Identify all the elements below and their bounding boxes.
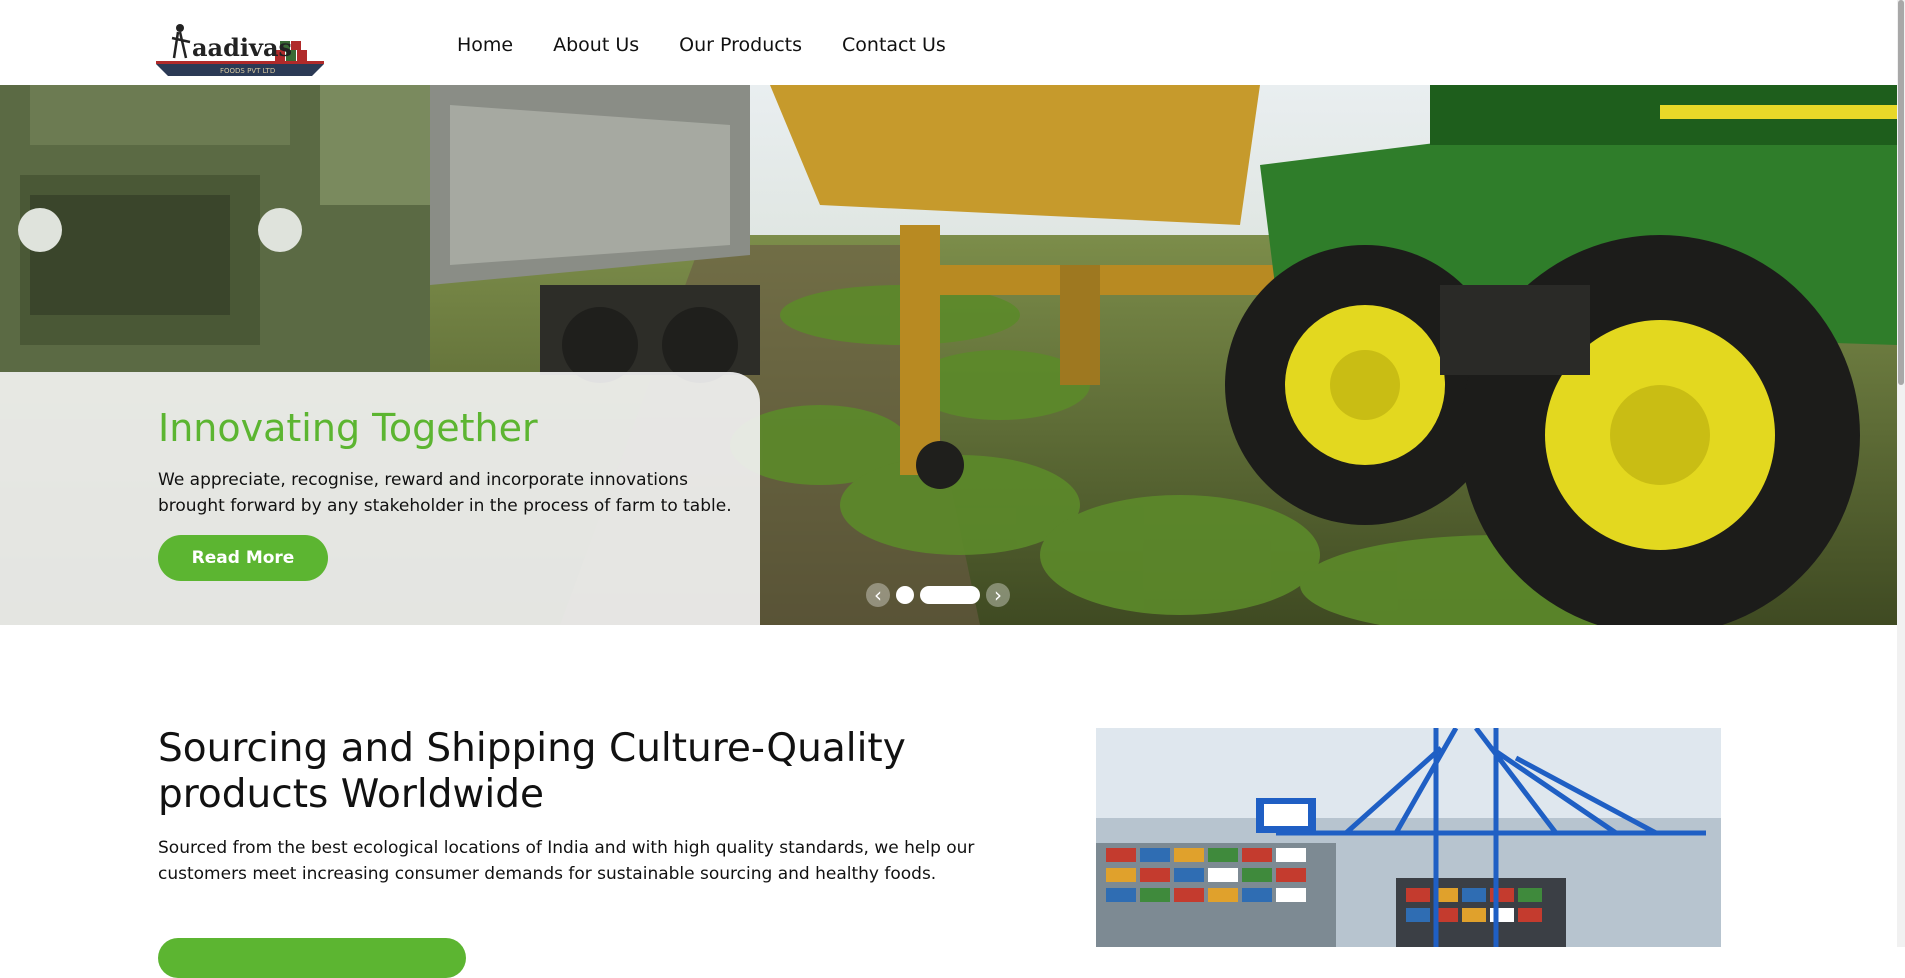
nav-our-products[interactable]: Our Products (679, 34, 802, 56)
nav-contact-us[interactable]: Contact Us (842, 34, 946, 56)
chevron-right-icon[interactable]: › (986, 583, 1010, 607)
hero-carousel: Innovating Together We appreciate, recog… (0, 85, 1897, 625)
page-scrollbar[interactable] (1897, 0, 1905, 947)
hero-description: We appreciate, recognise, reward and inc… (158, 470, 732, 516)
section-cta-button[interactable] (158, 938, 466, 978)
carousel-dot-2-active[interactable] (920, 586, 980, 604)
carousel-controls: ‹ › (866, 582, 1010, 608)
nav-about-us[interactable]: About Us (553, 34, 639, 56)
section-description: Sourced from the best ecological locatio… (158, 838, 975, 884)
carousel-dot-1[interactable] (896, 586, 914, 604)
company-logo[interactable]: aadivas FOODS PVT LTD (150, 18, 330, 80)
logo-subtext: FOODS PVT LTD (220, 67, 275, 75)
site-header: aadivas FOODS PVT LTD Home About Us Our … (0, 0, 1897, 85)
read-more-button[interactable]: Read More (158, 535, 328, 581)
hero-caption-card: Innovating Together We appreciate, recog… (0, 372, 760, 625)
port-cranes-image (1096, 728, 1721, 947)
logo-graphic: aadivas FOODS PVT LTD (156, 24, 324, 76)
scrollbar-thumb[interactable] (1898, 0, 1904, 385)
main-nav: Home About Us Our Products Contact Us (457, 34, 946, 56)
hero-title: Innovating Together (158, 406, 538, 450)
nav-home[interactable]: Home (457, 34, 513, 56)
logo-text: aadivas (192, 33, 292, 62)
section-heading: Sourcing and Shipping Culture-Quality pr… (158, 726, 906, 817)
chevron-left-icon[interactable]: ‹ (866, 583, 890, 607)
